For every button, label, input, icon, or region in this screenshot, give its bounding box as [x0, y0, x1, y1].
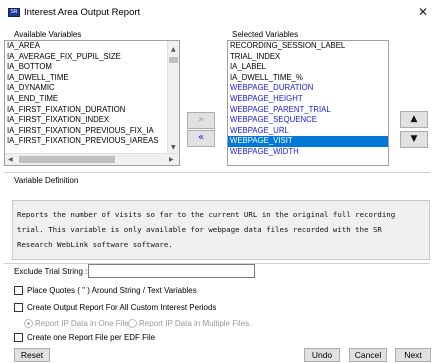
selected-variable-item[interactable]: WEBPAGE_HEIGHT: [228, 94, 388, 105]
place-quotes-checkbox[interactable]: [14, 286, 23, 295]
per-edf-label: Create one Report File per EDF File: [27, 333, 156, 342]
app-icon: SR: [8, 8, 20, 17]
divider: [4, 172, 430, 173]
scroll-left-icon[interactable]: ◀: [8, 156, 13, 163]
available-variables-label: Available Variables: [14, 30, 82, 39]
available-items: IA_AREA IA_AVERAGE_FIX_PUPIL_SIZE IA_BOTTO…: [5, 41, 179, 147]
variable-definition-label: Variable Definition: [14, 176, 79, 185]
undo-button[interactable]: Undo: [304, 348, 340, 362]
window-title: Interest Area Output Report: [24, 7, 141, 18]
selected-variable-item[interactable]: WEBPAGE_VISIT: [228, 136, 388, 147]
report-one-file-radio[interactable]: [24, 319, 33, 328]
available-variable-item[interactable]: IA_FIRST_FIXATION_PREVIOUS_FIX_IA: [5, 126, 179, 137]
exclude-trial-string-label: Exclude Trial String :: [14, 267, 88, 276]
next-button[interactable]: Next: [395, 348, 431, 362]
selected-variable-item[interactable]: IA_DWELL_TIME_%: [228, 73, 388, 84]
available-variable-item[interactable]: IA_FIRST_FIXATION_DURATION: [5, 105, 179, 116]
selected-variable-item[interactable]: WEBPAGE_URL: [228, 126, 388, 137]
available-variable-item[interactable]: IA_BOTTOM: [5, 62, 179, 73]
arrow-up-icon: ▲: [410, 114, 418, 124]
available-variable-item[interactable]: IA_DWELL_TIME: [5, 73, 179, 84]
scroll-up-icon[interactable]: ▲: [171, 46, 176, 53]
scroll-right-icon[interactable]: ▶: [169, 156, 174, 163]
selected-variable-item[interactable]: WEBPAGE_DURATION: [228, 83, 388, 94]
cancel-button[interactable]: Cancel: [349, 348, 387, 362]
move-down-button[interactable]: ▼: [400, 131, 428, 148]
selected-items: RECORDING_SESSION_LABEL TRIAL_INDEX IA_LAB…: [228, 41, 388, 158]
available-variable-item[interactable]: IA_END_TIME: [5, 94, 179, 105]
selected-variable-item[interactable]: WEBPAGE_PARENT_TRIAL: [228, 105, 388, 116]
selected-variables-label: Selected Variables: [232, 30, 299, 39]
scroll-down-icon[interactable]: ▼: [171, 144, 176, 151]
exclude-trial-string-input[interactable]: [88, 264, 255, 278]
definition-line: Reports the number of visits so far to t…: [17, 210, 396, 219]
available-variable-item[interactable]: IA_AVERAGE_FIX_PUPIL_SIZE: [5, 52, 179, 63]
available-variable-item[interactable]: IA_AREA: [5, 41, 179, 52]
selected-variable-item[interactable]: WEBPAGE_SEQUENCE: [228, 115, 388, 126]
available-variable-item[interactable]: IA_FIRST_FIXATION_INDEX: [5, 115, 179, 126]
selected-variable-item[interactable]: RECORDING_SESSION_LABEL: [228, 41, 388, 52]
definition-line: trial. This variable is only available f…: [17, 225, 382, 234]
reset-button[interactable]: Reset: [14, 348, 50, 362]
place-quotes-label: Place Quotes ( " ) Around String / Text …: [27, 286, 197, 295]
custom-periods-label: Create Output Report For All Custom Inte…: [27, 303, 217, 312]
close-icon[interactable]: ✕: [414, 4, 432, 20]
available-variable-item[interactable]: IA_FIRST_FIXATION_PREVIOUS_IAREAS: [5, 136, 179, 147]
variable-definition-box: Reports the number of visits so far to t…: [12, 200, 430, 260]
report-multiple-files-radio[interactable]: [128, 319, 137, 328]
add-variable-button[interactable]: »: [187, 112, 215, 129]
available-variables-list[interactable]: IA_AREA IA_AVERAGE_FIX_PUPIL_SIZE IA_BOTTO…: [4, 40, 180, 166]
selected-variables-list[interactable]: RECORDING_SESSION_LABEL TRIAL_INDEX IA_LAB…: [227, 40, 389, 166]
selected-variable-item[interactable]: TRIAL_INDEX: [228, 52, 388, 63]
title-bar: SR Interest Area Output Report ✕: [0, 0, 434, 24]
report-multiple-files-label: Report IP Data in Multiple Files.: [139, 319, 252, 328]
report-one-file-label: Report IP Data in One File.: [35, 319, 131, 328]
per-edf-checkbox[interactable]: [14, 333, 23, 342]
available-variable-item[interactable]: IA_DYNAMIC: [5, 83, 179, 94]
selected-variable-item[interactable]: IA_LABEL: [228, 62, 388, 73]
horizontal-scroll-thumb[interactable]: [19, 156, 115, 163]
available-vertical-scrollbar[interactable]: ▲ ▼: [167, 41, 179, 155]
scroll-thumb[interactable]: [169, 57, 178, 63]
move-up-button[interactable]: ▲: [400, 111, 428, 128]
definition-line: Research WebLink software software.: [17, 240, 173, 249]
available-horizontal-scrollbar[interactable]: ◀ ▶: [5, 153, 179, 165]
selected-variable-item[interactable]: WEBPAGE_WIDTH: [228, 147, 388, 158]
custom-periods-checkbox[interactable]: [14, 303, 23, 312]
remove-variable-button[interactable]: «: [187, 130, 215, 147]
arrow-down-icon: ▼: [410, 134, 418, 144]
